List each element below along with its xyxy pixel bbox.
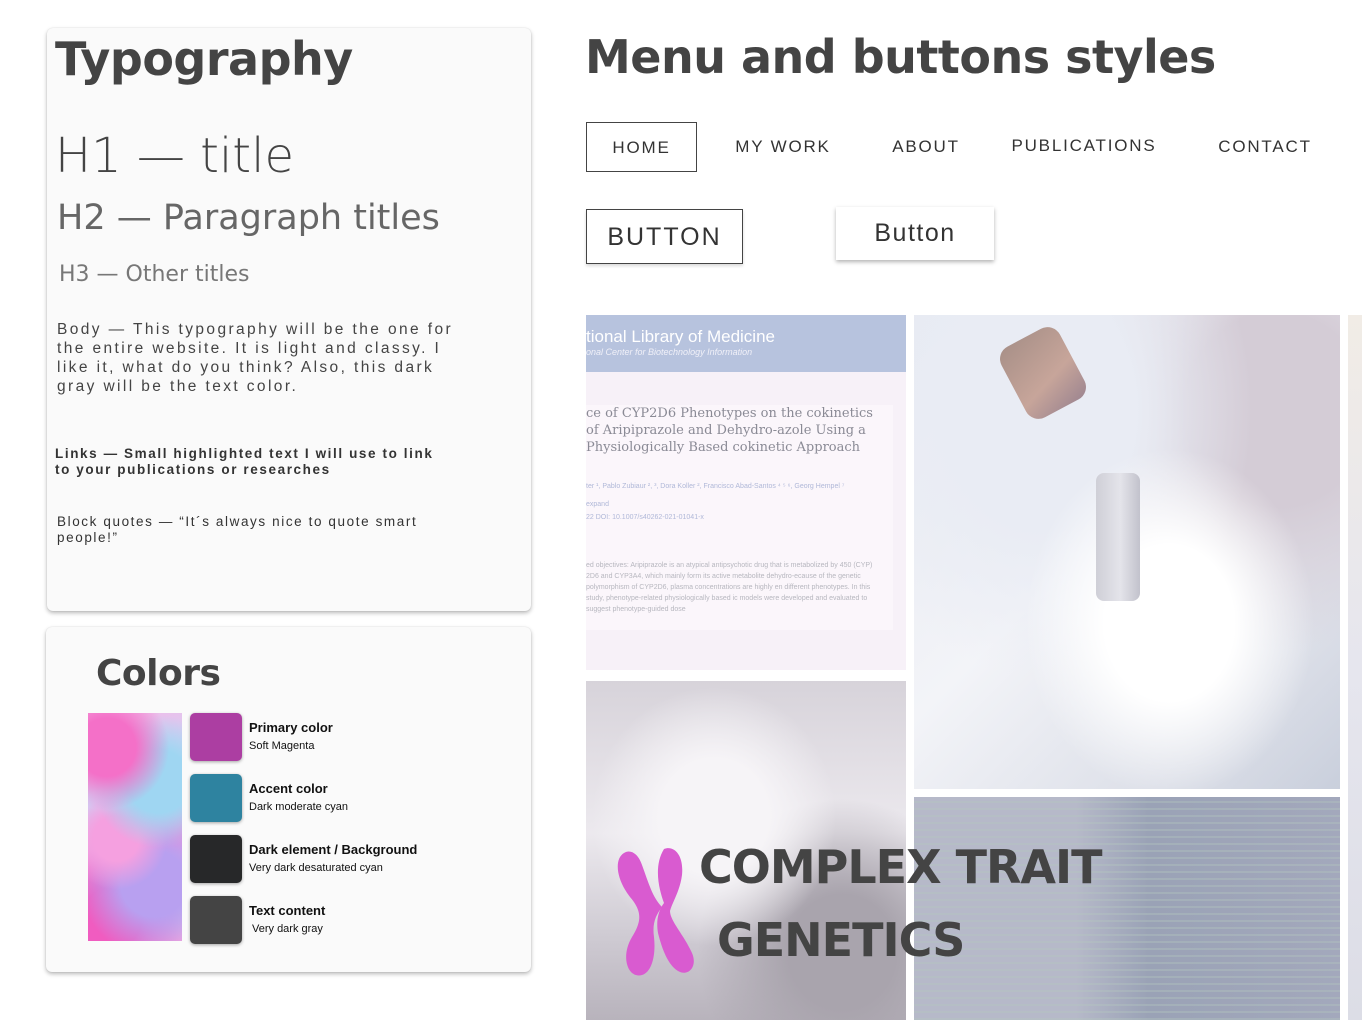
swatch-dark-desc: Very dark desaturated cyan [249, 862, 383, 874]
article-screenshot: tional Library of Medicine onal Center f… [586, 315, 906, 670]
nav-contact[interactable]: CONTACT [1212, 122, 1318, 172]
body-sample: Body — This typography will be the one f… [57, 321, 454, 395]
h3-sample: H3 — Other titles [59, 262, 250, 287]
code-screen-photo [914, 797, 1340, 1020]
article-title: ce of CYP2D6 Phenotypes on the cokinetic… [586, 406, 873, 455]
swatch-primary-desc: Soft Magenta [249, 740, 315, 752]
image-collage: tional Library of Medicine onal Center f… [586, 315, 1362, 1020]
chromosome-arm-left [617, 851, 662, 976]
swatch-text-desc: Very dark gray [252, 923, 323, 935]
amber-bottle [995, 322, 1091, 424]
article-expand: expand [586, 501, 609, 508]
swatch-accent-name: Accent color [249, 781, 328, 796]
white-bottle [1096, 473, 1140, 601]
swatch-accent-chip [190, 774, 242, 822]
logo-text-line1: COMPLEX TRAIT [699, 840, 1102, 894]
nav-publications[interactable]: PUBLICATIONS [1010, 122, 1158, 172]
nav-about[interactable]: ABOUT [882, 122, 970, 172]
lab-photo [914, 315, 1340, 789]
swatch-primary-name: Primary color [249, 720, 333, 735]
swatch-dark-chip [190, 835, 242, 883]
nav-home[interactable]: HOME [586, 122, 697, 172]
swatch-text-name: Text content [249, 903, 326, 918]
article-doi: 22 DOI: 10.1007/s40262-021-01041-x [586, 514, 704, 521]
outline-button[interactable]: BUTTON [586, 209, 743, 264]
article-box: ce of CYP2D6 Phenotypes on the cokinetic… [586, 405, 893, 630]
edge-photo [1348, 315, 1362, 1020]
colors-card: Colors Primary color Soft Magenta Accent… [46, 627, 531, 972]
article-header-subtitle: onal Center for Biotechnology Informatio… [586, 347, 753, 357]
menu-title: Menu and buttons styles [585, 30, 1216, 84]
swatch-text-chip [190, 896, 242, 944]
swatch-primary-chip [190, 713, 242, 761]
chromosome-arm-right [657, 848, 694, 973]
marble-image [88, 713, 182, 941]
article-header: tional Library of Medicine onal Center f… [586, 315, 906, 372]
quote-sample: Block quotes — “It´s always nice to quot… [57, 514, 418, 545]
typography-card: Typography H1 — title H2 — Paragraph tit… [47, 28, 531, 611]
links-sample: Links — Small highlighted text I will us… [55, 446, 434, 477]
article-abstract: ed objectives: Aripiprazole is an atypic… [586, 562, 873, 613]
swatch-accent-desc: Dark moderate cyan [249, 801, 349, 813]
h1-sample: H1 — title [55, 128, 294, 184]
logo-text-line2: GENETICS [717, 913, 965, 967]
chromosome-logo-icon [617, 848, 694, 976]
article-header-title: tional Library of Medicine [586, 327, 775, 346]
raised-button[interactable]: Button [836, 207, 994, 260]
colors-title: Colors [96, 653, 221, 694]
typography-title: Typography [55, 32, 353, 86]
article-authors: ter ¹, Pablo Zubiaur ², ³, Dora Koller ²… [586, 483, 845, 490]
swatch-dark-name: Dark element / Background [249, 842, 418, 857]
h2-sample: H2 — Paragraph titles [57, 198, 440, 238]
nav-my-work[interactable]: MY WORK [730, 122, 836, 172]
